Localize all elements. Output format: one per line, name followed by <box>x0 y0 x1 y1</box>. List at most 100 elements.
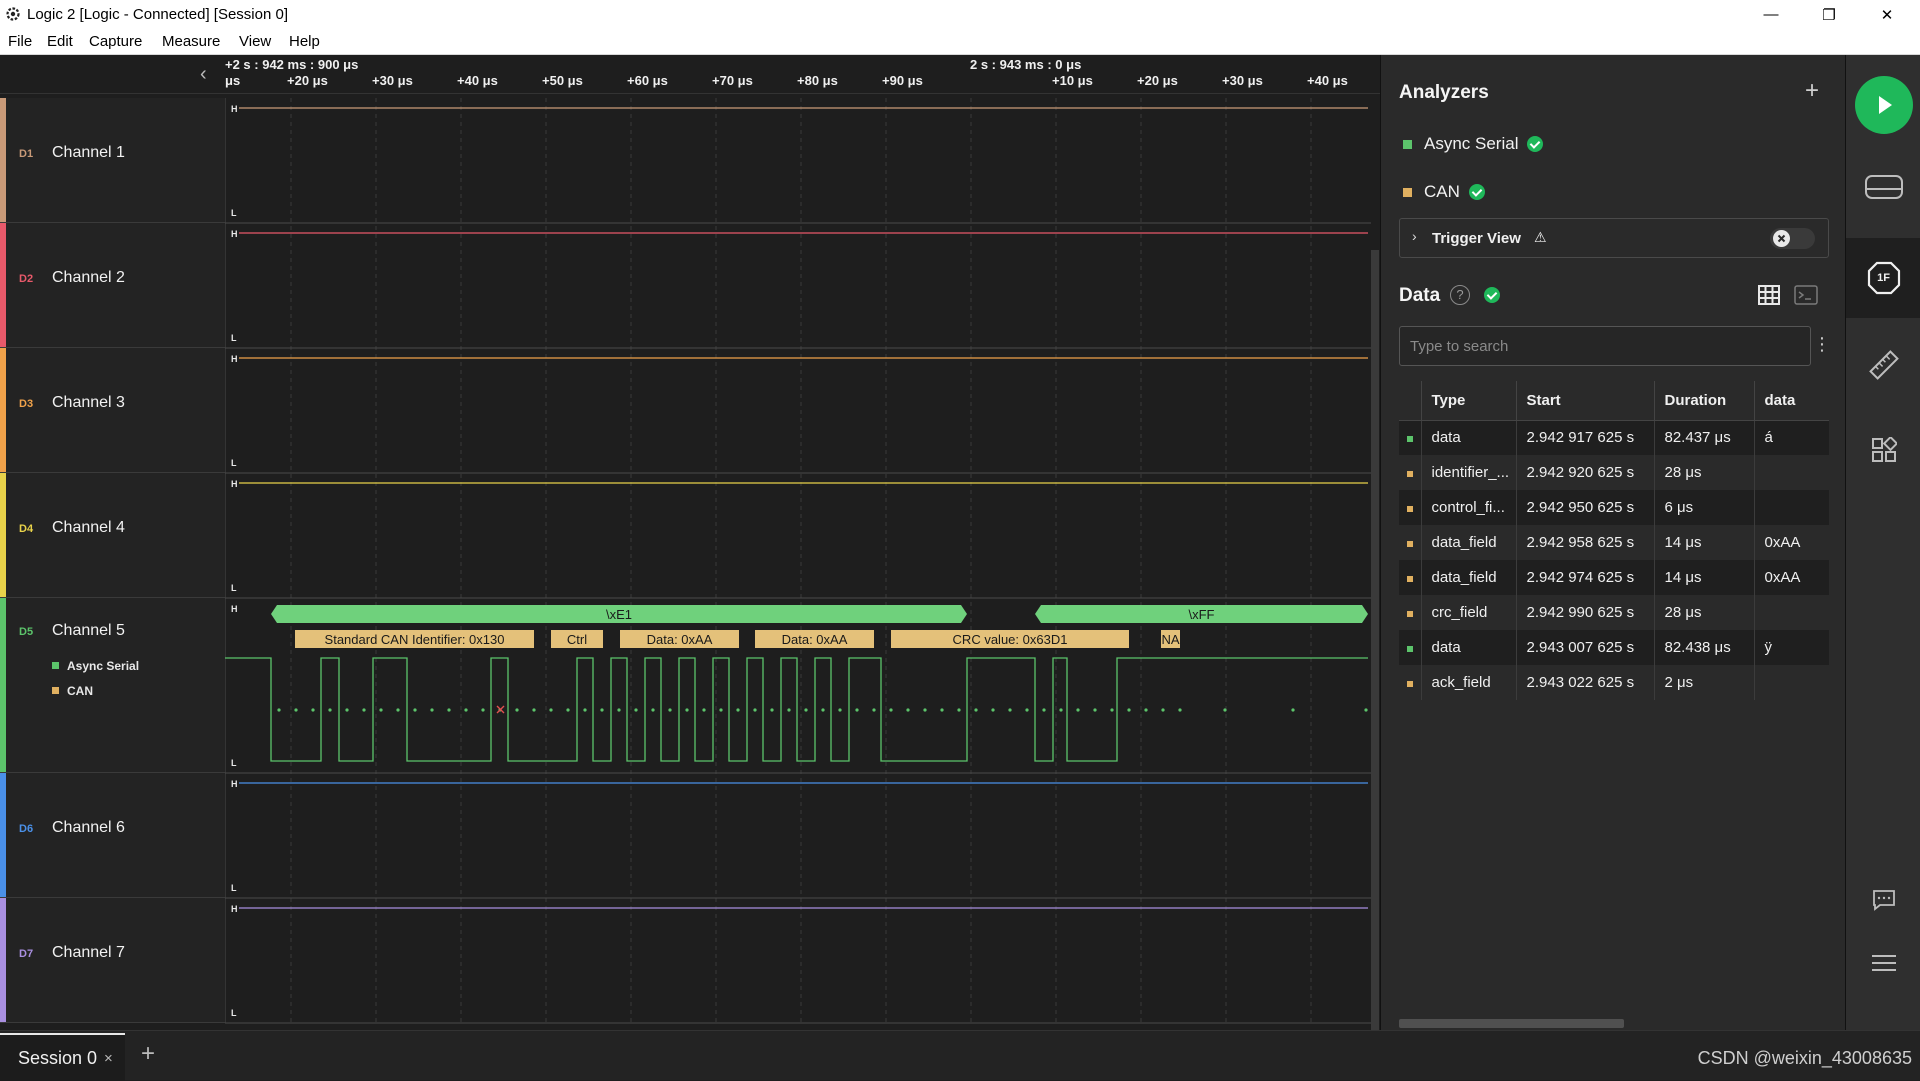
sample-dot <box>651 708 655 712</box>
channel-row-d5[interactable]: D5 Channel 5 Async Serial CAN <box>0 598 225 773</box>
ruler-tick: +20 μs <box>1137 73 1178 88</box>
help-icon[interactable]: ? <box>1450 285 1470 305</box>
maximize-button[interactable]: ❐ <box>1800 0 1858 29</box>
table-row[interactable]: control_fi... 2.942 950 625 s6 μs <box>1399 490 1829 525</box>
channel-analyzer-can[interactable]: CAN <box>52 684 93 698</box>
start-capture-button[interactable] <box>1846 70 1920 140</box>
sample-dot <box>804 708 808 712</box>
vertical-scrollbar[interactable] <box>1371 250 1379 1080</box>
sample-dot <box>413 708 417 712</box>
waveform-canvas[interactable]: H L H L H L H L H L H L H L \xE1 \xFF Standard CAN Iden… <box>225 98 1371 1080</box>
table-row[interactable]: data 2.943 007 625 s 82.438 μs ÿ <box>1399 630 1829 665</box>
column-header-start[interactable]: Start <box>1516 381 1655 421</box>
level-high-label: H <box>231 479 238 489</box>
channel-row-d4[interactable]: D4 Channel 4 <box>0 473 225 598</box>
cell-type: control_fi... <box>1421 490 1517 525</box>
menu-capture[interactable]: Capture <box>89 33 142 50</box>
main-menu-button[interactable] <box>1846 928 1920 998</box>
column-header-type[interactable]: Type <box>1421 381 1517 421</box>
channel-row-d6[interactable]: D6 Channel 6 <box>0 773 225 898</box>
menu-file[interactable]: File <box>8 33 32 50</box>
terminal-view-icon[interactable] <box>1794 285 1818 305</box>
sample-dot <box>1025 708 1029 712</box>
menu-help[interactable]: Help <box>289 33 320 50</box>
analyzers-panel: Analyzers + Async Serial CAN › Trigger V… <box>1380 55 1845 1030</box>
channel-color-bar <box>0 898 6 1022</box>
add-analyzer-button[interactable]: + <box>1805 77 1819 105</box>
trigger-view-switch[interactable] <box>1770 228 1815 249</box>
ruler-start-time: +2 s : 942 ms : 900 μs <box>225 57 359 72</box>
minimize-button[interactable]: — <box>1742 0 1800 29</box>
menu-measure[interactable]: Measure <box>162 33 220 50</box>
analyzer-color-swatch <box>1403 187 1412 197</box>
table-row[interactable]: ack_field 2.943 022 625 s2 μs <box>1399 665 1829 700</box>
analyzer-badge-label: 1F <box>1877 272 1890 284</box>
cell-type: data <box>1421 630 1517 665</box>
channel-id: D1 <box>19 148 34 160</box>
close-tab-icon[interactable]: × <box>104 1050 113 1067</box>
level-low-label: L <box>231 458 237 468</box>
close-window-button[interactable]: ✕ <box>1858 0 1916 29</box>
extensions-icon <box>1871 437 1897 462</box>
channel-analyzer-async-serial[interactable]: Async Serial <box>52 659 139 673</box>
session-tab[interactable]: Session 0 × <box>0 1033 125 1081</box>
sample-dot <box>362 708 366 712</box>
table-view-icon[interactable] <box>1758 285 1780 305</box>
table-row[interactable]: identifier_... 2.942 920 625 s 28 μs <box>1399 455 1829 490</box>
analyzer-item-async-serial[interactable]: Async Serial <box>1403 134 1544 154</box>
row-marker <box>1399 420 1422 455</box>
analyzer-name: Async Serial <box>1424 134 1519 153</box>
row-color-marker <box>1407 436 1413 443</box>
serial-bubble-label: \xE1 <box>606 607 632 622</box>
waveform-area: ‹ +2 s : 942 ms : 900 μs μs 2 s : 943 ms… <box>0 55 1380 1080</box>
channel-row-d1[interactable]: D1 Channel 1 <box>0 98 225 223</box>
channel-row-d3[interactable]: D3 Channel 3 <box>0 348 225 473</box>
error-marker <box>496 705 505 714</box>
table-row[interactable]: data_field 2.942 958 625 s 14 μs 0xAA <box>1399 525 1829 560</box>
table-row[interactable]: data_field 2.942 974 625 s 14 μs 0xAA <box>1399 560 1829 595</box>
analyzer-item-can[interactable]: CAN <box>1403 182 1485 202</box>
chevron-right-icon: › <box>1412 228 1417 244</box>
ruler-tick: +70 μs <box>712 73 753 88</box>
ruler-tick: +50 μs <box>542 73 583 88</box>
collapse-labels-button[interactable]: ‹ <box>200 63 207 86</box>
sample-dot <box>906 708 910 712</box>
menu-edit[interactable]: Edit <box>47 33 73 50</box>
device-settings-button[interactable] <box>1846 152 1920 222</box>
channel-5-trace <box>225 657 1368 762</box>
sample-dot <box>1110 708 1114 712</box>
analyzers-tab-button[interactable]: 1F <box>1846 238 1920 318</box>
menu-view[interactable]: View <box>239 33 271 50</box>
cell-start: 2.942 917 625 s <box>1516 420 1655 455</box>
more-options-icon[interactable]: ⋮ <box>1813 334 1831 355</box>
feedback-button[interactable] <box>1846 865 1920 935</box>
new-session-button[interactable]: + <box>141 1040 155 1068</box>
horizontal-scrollbar[interactable] <box>1399 1019 1624 1028</box>
level-high-label: H <box>231 104 238 114</box>
level-high-label: H <box>231 354 238 364</box>
cell-type: data <box>1421 420 1517 455</box>
column-header-duration[interactable]: Duration <box>1654 381 1755 421</box>
time-ruler[interactable]: ‹ +2 s : 942 ms : 900 μs μs 2 s : 943 ms… <box>0 55 1380 94</box>
table-row[interactable]: crc_field 2.942 990 625 s 28 μs <box>1399 595 1829 630</box>
channel-row-d2[interactable]: D2 Channel 2 <box>0 223 225 348</box>
cell-duration: 14 μs <box>1654 560 1755 595</box>
measurements-button[interactable] <box>1846 330 1920 400</box>
data-search-input[interactable] <box>1399 326 1811 366</box>
extensions-button[interactable] <box>1846 415 1920 485</box>
sample-dot <box>1364 708 1368 712</box>
channel-row-d7[interactable]: D7 Channel 7 <box>0 898 225 1023</box>
cell-start: 2.943 007 625 s <box>1516 630 1655 665</box>
column-header-data[interactable]: data <box>1754 381 1829 421</box>
right-icon-sidebar: 1F <box>1845 55 1920 1030</box>
table-row[interactable]: data 2.942 917 625 s 82.437 μs á <box>1399 420 1829 455</box>
check-circle-icon <box>1468 184 1485 200</box>
title-bar: Logic 2 [Logic - Connected] [Session 0] … <box>0 0 1920 29</box>
sample-dot <box>600 708 604 712</box>
cell-data: á <box>1754 420 1829 455</box>
warning-icon: ⚠ <box>1534 229 1547 245</box>
channel-name: Channel 1 <box>52 144 125 161</box>
sample-dot <box>549 708 553 712</box>
trigger-view-toggle[interactable]: › Trigger View ⚠ <box>1399 218 1829 258</box>
channel-id: D6 <box>19 823 34 835</box>
